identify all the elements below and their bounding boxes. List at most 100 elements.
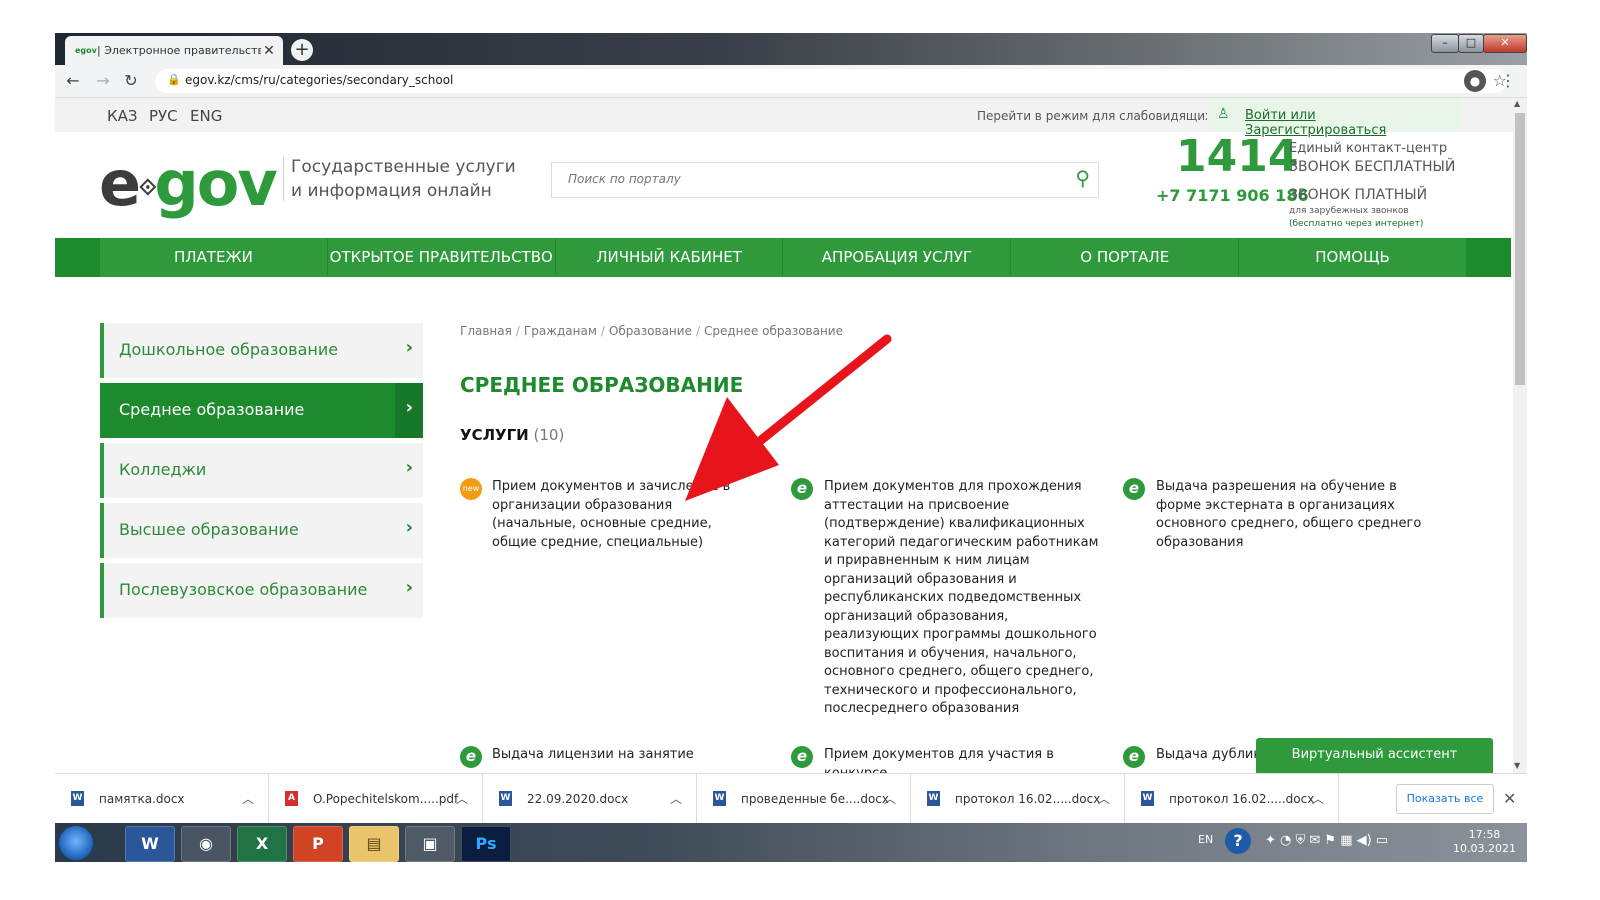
lock-icon: 🔒 bbox=[167, 73, 181, 86]
new-badge-icon: new bbox=[460, 478, 482, 500]
taskbar-photoshop[interactable]: Ps bbox=[461, 826, 511, 862]
breadcrumb-citizens[interactable]: Гражданам bbox=[524, 324, 597, 338]
help-icon[interactable]: ? bbox=[1225, 828, 1251, 854]
search-input[interactable] bbox=[566, 171, 1050, 187]
taskbar-photos[interactable]: ▣ bbox=[405, 826, 455, 862]
internet-free-label[interactable]: (бесплатно через интернет) bbox=[1289, 219, 1423, 229]
taskbar-powerpoint[interactable]: P bbox=[293, 826, 343, 862]
chevron-right-icon: › bbox=[405, 337, 413, 358]
reload-icon[interactable]: ↻ bbox=[121, 71, 141, 91]
logo-divider bbox=[283, 157, 284, 201]
e-service-icon: e bbox=[1123, 478, 1145, 500]
chevron-up-icon[interactable]: ︿ bbox=[242, 790, 254, 807]
taskbar-clock[interactable]: 17:58 10.03.2021 bbox=[1453, 828, 1516, 856]
downloads-bar: W памятка.docx ︿ A O.Popechitelskom.....… bbox=[55, 773, 1527, 824]
download-item[interactable]: W 22.09.2020.docx ︿ bbox=[483, 774, 697, 824]
nav-personal-cabinet[interactable]: ЛИЧНЫЙ КАБИНЕТ bbox=[556, 238, 784, 277]
nav-about-portal[interactable]: О ПОРТАЛЕ bbox=[1011, 238, 1240, 277]
chevron-up-icon[interactable]: ︿ bbox=[884, 790, 896, 807]
new-tab-button[interactable]: + bbox=[291, 39, 313, 61]
tab-title: | Электронное правительство Р bbox=[97, 44, 261, 57]
sidebar-item-preschool[interactable]: Дошкольное образование › bbox=[100, 323, 423, 378]
sidebar-item-label: Среднее образование bbox=[119, 400, 305, 419]
input-language[interactable]: EN bbox=[1198, 833, 1213, 846]
chevron-up-icon[interactable]: ︿ bbox=[456, 790, 468, 807]
services-count: (10) bbox=[533, 426, 565, 444]
taskbar-word[interactable]: W bbox=[125, 826, 175, 862]
close-window-button[interactable]: ✕ bbox=[1483, 34, 1527, 53]
egov-favicon-icon: egov bbox=[75, 45, 97, 55]
lang-eng[interactable]: ENG bbox=[190, 107, 222, 125]
chevron-right-icon: › bbox=[405, 577, 413, 598]
download-item[interactable]: W памятка.docx ︿ bbox=[55, 774, 269, 824]
egov-logo[interactable]: e⟐gov bbox=[99, 147, 278, 220]
login-box[interactable]: ♙ Войти или Зарегистрироваться bbox=[1207, 98, 1461, 138]
search-box[interactable]: ⚲ bbox=[551, 162, 1099, 198]
forward-arrow-icon[interactable]: → bbox=[93, 71, 113, 91]
download-item[interactable]: W протокол 16.02.....docx ︿ bbox=[911, 774, 1125, 824]
sidebar-item-postgraduate[interactable]: Послевузовское образование › bbox=[100, 563, 423, 618]
virtual-assistant-button[interactable]: Виртуальный ассистент bbox=[1256, 738, 1493, 774]
service-item-3[interactable]: Выдача разрешения на обучение в форме эк… bbox=[1156, 478, 1446, 552]
sidebar-item-label: Высшее образование bbox=[119, 520, 299, 539]
sidebar-item-label: Послевузовское образование bbox=[119, 580, 368, 599]
address-bar[interactable]: 🔒 egov.kz/cms/ru/categories/secondary_sc… bbox=[155, 69, 1507, 93]
service-item-2[interactable]: Прием документов для прохождения аттеста… bbox=[824, 478, 1104, 719]
nav-service-approbation[interactable]: АПРОБАЦИЯ УСЛУГ bbox=[783, 238, 1012, 277]
paid-phone-number: +7 7171 906 186 bbox=[1156, 186, 1309, 205]
minimize-button[interactable]: – bbox=[1431, 34, 1459, 53]
breadcrumb-home[interactable]: Главная bbox=[460, 324, 512, 338]
start-button[interactable] bbox=[59, 826, 93, 860]
url-text: egov.kz/cms/ru/categories/secondary_scho… bbox=[185, 73, 454, 87]
browser-tab[interactable]: egov | Электронное правительство Р ✕ bbox=[65, 36, 283, 65]
chevron-right-icon: › bbox=[405, 517, 413, 538]
free-call-label: ЗВОНОК БЕСПЛАТНЫЙ bbox=[1289, 159, 1456, 175]
download-item[interactable]: A O.Popechitelskom.....pdf ︿ bbox=[269, 774, 483, 824]
scroll-down-icon[interactable]: ▼ bbox=[1514, 761, 1520, 770]
user-icon: ♙ bbox=[1217, 106, 1230, 122]
show-all-downloads-button[interactable]: Показать все bbox=[1396, 784, 1494, 814]
sidebar-item-colleges[interactable]: Колледжи › bbox=[100, 443, 423, 498]
sidebar-item-secondary[interactable]: Среднее образование › bbox=[100, 383, 423, 438]
chevron-up-icon[interactable]: ︿ bbox=[1312, 790, 1324, 807]
nav-open-government[interactable]: ОТКРЫТОЕ ПРАВИТЕЛЬСТВО bbox=[328, 238, 556, 277]
tagline-line1: Государственные услуги bbox=[291, 157, 516, 177]
nav-payments[interactable]: ПЛАТЕЖИ bbox=[100, 238, 328, 277]
paid-call-label: ЗВОНОК ПЛАТНЫЙ bbox=[1289, 187, 1428, 203]
tray-icons[interactable]: ✦ ◔ ⛨ ✉ ⚑ ▦ ◀) ▭ bbox=[1265, 833, 1388, 848]
taskbar-excel[interactable]: X bbox=[237, 826, 287, 862]
word-file-icon: W bbox=[713, 791, 726, 806]
title-bar: egov | Электронное правительство Р ✕ + –… bbox=[55, 33, 1527, 65]
scroll-up-icon[interactable]: ▲ bbox=[1514, 99, 1520, 108]
logo-mark-icon: ⟐ bbox=[139, 175, 156, 201]
download-item[interactable]: W проведенные бе....docx ︿ bbox=[697, 774, 911, 824]
lang-kaz[interactable]: КАЗ bbox=[107, 107, 138, 125]
chevron-up-icon[interactable]: ︿ bbox=[670, 790, 682, 807]
maximize-button[interactable]: □ bbox=[1458, 34, 1484, 53]
nav-help[interactable]: ПОМОЩЬ bbox=[1239, 238, 1466, 277]
chevron-up-icon[interactable]: ︿ bbox=[1098, 790, 1110, 807]
chevron-right-icon: › bbox=[405, 397, 413, 418]
sidebar-item-label: Дошкольное образование bbox=[119, 340, 339, 359]
sidebar-item-higher[interactable]: Высшее образование › bbox=[100, 503, 423, 558]
tab-close-icon[interactable]: ✕ bbox=[261, 43, 277, 59]
scrollbar-thumb[interactable] bbox=[1515, 113, 1525, 385]
main-nav: ПЛАТЕЖИ ОТКРЫТОЕ ПРАВИТЕЛЬСТВО ЛИЧНЫЙ КА… bbox=[55, 238, 1511, 277]
download-item[interactable]: W протокол 16.02.....docx ︿ bbox=[1125, 774, 1339, 824]
pdf-file-icon: A bbox=[285, 791, 298, 806]
red-arrow-annotation-icon bbox=[685, 334, 892, 501]
browser-window: egov | Электронное правительство Р ✕ + –… bbox=[55, 33, 1527, 862]
service-item-6[interactable]: Выдача дублика bbox=[1156, 746, 1256, 765]
contact-number: 1414 bbox=[1176, 131, 1299, 182]
vision-mode-link[interactable]: Перейти в режим для слабовидящих bbox=[977, 109, 1212, 123]
lang-rus[interactable]: РУС bbox=[149, 107, 178, 125]
back-arrow-icon[interactable]: ← bbox=[63, 71, 83, 91]
search-icon[interactable]: ⚲ bbox=[1075, 166, 1090, 190]
service-item-4[interactable]: Выдача лицензии на занятие bbox=[492, 746, 772, 765]
profile-avatar-icon[interactable]: ● bbox=[1464, 70, 1486, 92]
menu-kebab-icon[interactable]: ⋮ bbox=[1500, 71, 1516, 90]
contact-center-label: Единый контакт-центр bbox=[1289, 141, 1448, 156]
taskbar-explorer[interactable]: ▤ bbox=[349, 826, 399, 862]
close-downloads-icon[interactable]: ✕ bbox=[1503, 789, 1516, 808]
taskbar-chrome[interactable]: ◉ bbox=[181, 826, 231, 862]
